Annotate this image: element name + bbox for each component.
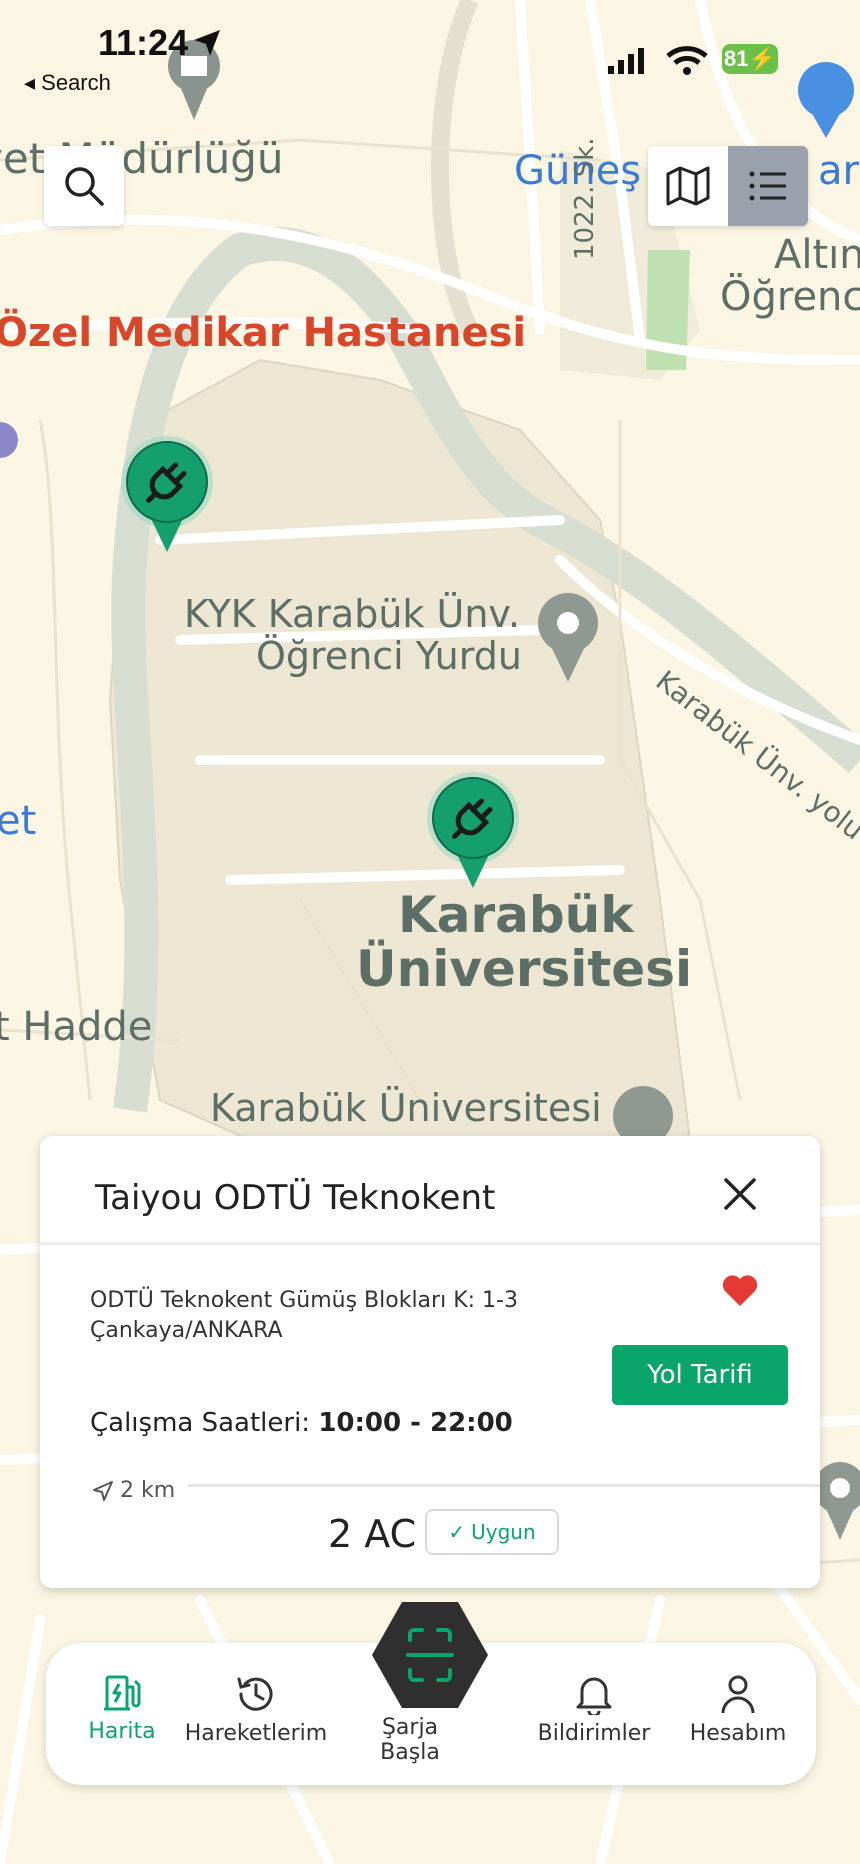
nav-label-harita: Harita bbox=[88, 1719, 156, 1744]
navigation-arrow-icon bbox=[93, 1480, 113, 1501]
map-view-button[interactable] bbox=[648, 146, 728, 226]
map-label-street: 1022. Sk. bbox=[570, 137, 600, 260]
distance-divider bbox=[188, 1484, 820, 1487]
card-divider bbox=[40, 1242, 820, 1245]
station-address: ODTÜ Teknokent Gümüş Blokları K: 1-3 Çan… bbox=[90, 1286, 518, 1346]
station-title: Taiyou ODTÜ Teknokent bbox=[95, 1178, 496, 1218]
nav-item-bildirimler[interactable]: Bildirimler bbox=[530, 1673, 658, 1746]
address-line-1: ODTÜ Teknokent Gümüş Blokları K: 1-3 bbox=[90, 1288, 518, 1313]
nav-label-hesabim: Hesabım bbox=[689, 1721, 787, 1746]
back-arrow-icon: ◂ bbox=[24, 70, 42, 95]
favorite-heart-icon[interactable] bbox=[720, 1270, 760, 1310]
map-label-university-library: Karabük Üniversitesi bbox=[210, 1086, 602, 1130]
map-label-kyk-2: Öğrenci Yurdu bbox=[256, 634, 522, 678]
availability-label: Uygun bbox=[471, 1520, 536, 1544]
battery-level: 81 bbox=[724, 46, 749, 71]
bell-icon bbox=[576, 1677, 612, 1715]
back-to-search-link[interactable]: ◂ Search bbox=[24, 70, 111, 96]
map-label-kyk-1: KYK Karabük Ünv. bbox=[184, 592, 521, 636]
status-time: 11:24 bbox=[98, 22, 189, 63]
battery-indicator: 81 ⚡ bbox=[722, 44, 778, 74]
working-hours: Çalışma Saatleri: 10:00 - 22:00 bbox=[90, 1408, 513, 1438]
list-view-button[interactable] bbox=[728, 146, 808, 226]
nav-label-bildirimler: Bildirimler bbox=[537, 1721, 651, 1746]
map-label-mudurlugu: vet Müdürlüğü bbox=[0, 134, 284, 183]
nav-item-sarja-basla[interactable]: Şarja Başla bbox=[350, 1715, 470, 1765]
user-icon bbox=[721, 1675, 755, 1714]
view-toggle bbox=[648, 146, 808, 226]
wifi-icon bbox=[666, 46, 708, 75]
nav-item-hesabim[interactable]: Hesabım bbox=[678, 1673, 798, 1746]
back-label: Search bbox=[41, 70, 111, 95]
check-icon: ✓ bbox=[448, 1520, 466, 1544]
map-label-altin: Altın bbox=[774, 232, 860, 278]
history-icon bbox=[237, 1677, 273, 1711]
nav-item-harita[interactable]: Harita bbox=[72, 1673, 172, 1744]
map-label-university-1: Karabük bbox=[398, 886, 634, 944]
charging-marker-1[interactable] bbox=[118, 434, 216, 554]
search-icon bbox=[65, 167, 104, 206]
nav-label-sarja-basla: Şarja Başla bbox=[380, 1715, 440, 1765]
nav-label-hareketlerim: Hareketlerim bbox=[184, 1721, 328, 1746]
close-icon[interactable] bbox=[718, 1172, 762, 1216]
hours-label: Çalışma Saatleri: bbox=[90, 1408, 311, 1438]
availability-badge: ✓ Uygun bbox=[425, 1509, 559, 1555]
map-label-university-2: Üniversitesi bbox=[356, 940, 693, 998]
status-bar: 11:24 ◂ Search 81 ⚡ bbox=[0, 0, 860, 110]
connector-count: 2 AC bbox=[328, 1512, 417, 1556]
map-icon bbox=[666, 166, 710, 206]
search-button[interactable] bbox=[44, 146, 124, 226]
start-charging-button[interactable] bbox=[370, 1600, 490, 1710]
map-label-et: et bbox=[0, 798, 37, 844]
list-icon bbox=[749, 171, 786, 201]
map-label-park: ark bbox=[818, 148, 860, 194]
map-label-hadde: t Hadde bbox=[0, 1004, 153, 1050]
signal-icon bbox=[608, 48, 644, 74]
location-arrow-icon bbox=[194, 30, 220, 56]
charging-station-icon bbox=[104, 1675, 141, 1711]
station-detail-card: Taiyou ODTÜ Teknokent ODTÜ Teknokent Güm… bbox=[40, 1136, 820, 1588]
distance-info: 2 km bbox=[92, 1478, 175, 1503]
address-line-2: Çankaya/ANKARA bbox=[90, 1318, 283, 1343]
charging-bolt-icon: ⚡ bbox=[748, 46, 776, 71]
charging-marker-2[interactable] bbox=[424, 770, 522, 890]
distance-value: 2 km bbox=[120, 1478, 176, 1503]
nav-item-hareketlerim[interactable]: Hareketlerim bbox=[176, 1673, 336, 1746]
map-label-hospital: Özel Medikar Hastanesi bbox=[0, 310, 527, 356]
map-label-ogrenc: Öğrenc bbox=[720, 274, 860, 320]
hours-value: 10:00 - 22:00 bbox=[318, 1408, 513, 1438]
directions-button[interactable]: Yol Tarifi bbox=[612, 1345, 788, 1405]
